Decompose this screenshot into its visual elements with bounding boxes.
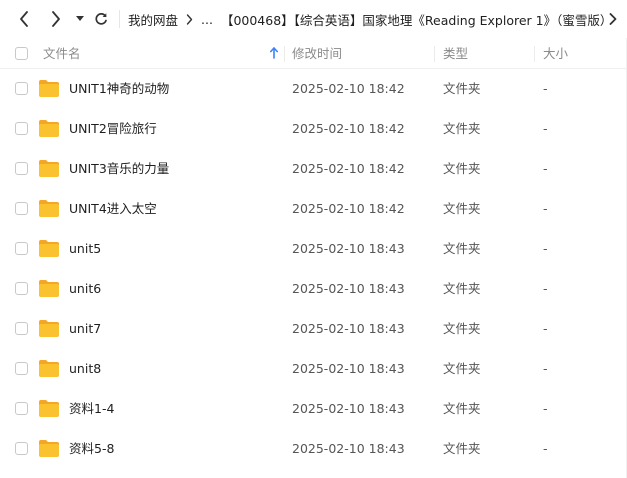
file-name[interactable]: unit7 <box>69 321 101 337</box>
folder-icon <box>39 160 59 177</box>
file-size: - <box>543 321 548 336</box>
folder-icon <box>39 440 59 457</box>
file-modified-time: 2025-02-10 18:43 <box>292 281 405 296</box>
breadcrumb-more-button[interactable] <box>607 7 619 31</box>
file-size: - <box>543 201 548 216</box>
file-modified-time: 2025-02-10 18:43 <box>292 241 405 256</box>
row-checkbox[interactable] <box>15 82 28 95</box>
file-name[interactable]: UNIT2冒险旅行 <box>69 121 157 137</box>
column-divider[interactable] <box>434 46 435 62</box>
history-dropdown-icon <box>76 16 84 21</box>
table-row[interactable]: unit7 2025-02-10 18:43 文件夹 - <box>0 309 627 349</box>
file-modified-time: 2025-02-10 18:42 <box>292 81 405 96</box>
folder-icon <box>39 200 59 217</box>
file-name[interactable]: UNIT1神奇的动物 <box>69 81 169 97</box>
file-size: - <box>543 161 548 176</box>
row-checkbox[interactable] <box>15 122 28 135</box>
folder-icon <box>39 400 59 417</box>
sort-ascending-icon[interactable] <box>270 47 278 59</box>
folder-icon <box>39 320 59 337</box>
file-modified-time: 2025-02-10 18:42 <box>292 121 405 136</box>
file-name[interactable]: unit6 <box>69 281 101 297</box>
file-name[interactable]: UNIT3音乐的力量 <box>69 161 169 177</box>
file-size: - <box>543 281 548 296</box>
table-row[interactable]: unit8 2025-02-10 18:43 文件夹 - <box>0 349 627 389</box>
folder-icon <box>39 120 59 137</box>
row-checkbox[interactable] <box>15 402 28 415</box>
table-row[interactable]: UNIT2冒险旅行 2025-02-10 18:42 文件夹 - <box>0 109 627 149</box>
row-checkbox[interactable] <box>15 242 28 255</box>
breadcrumb-ellipsis[interactable]: ... <box>201 12 213 27</box>
file-size: - <box>543 441 548 456</box>
table-row[interactable]: unit5 2025-02-10 18:43 文件夹 - <box>0 229 627 269</box>
header-name[interactable]: 文件名 <box>43 46 81 62</box>
file-type: 文件夹 <box>443 441 481 456</box>
table-row[interactable]: unit6 2025-02-10 18:43 文件夹 - <box>0 269 627 309</box>
file-name[interactable]: UNIT4进入太空 <box>69 201 157 217</box>
row-checkbox[interactable] <box>15 282 28 295</box>
folder-icon <box>39 360 59 377</box>
header-type[interactable]: 类型 <box>443 46 468 62</box>
file-type: 文件夹 <box>443 241 481 256</box>
refresh-icon <box>95 13 107 25</box>
file-modified-time: 2025-02-10 18:42 <box>292 201 405 216</box>
folder-icon <box>39 240 59 257</box>
breadcrumb-chevron-icon <box>186 13 193 25</box>
refresh-button[interactable] <box>92 7 110 31</box>
more-chevron-icon <box>609 13 617 25</box>
file-size: - <box>543 241 548 256</box>
table-row[interactable]: UNIT1神奇的动物 2025-02-10 18:42 文件夹 - <box>0 69 627 109</box>
file-type: 文件夹 <box>443 161 481 176</box>
table-row[interactable]: 资料1-4 2025-02-10 18:43 文件夹 - <box>0 389 627 429</box>
row-checkbox[interactable] <box>15 202 28 215</box>
folder-icon <box>39 80 59 97</box>
row-checkbox[interactable] <box>15 162 28 175</box>
file-type: 文件夹 <box>443 361 481 376</box>
back-icon <box>20 11 28 27</box>
row-checkbox[interactable] <box>15 322 28 335</box>
table-row[interactable]: 资料5-8 2025-02-10 18:43 文件夹 - <box>0 429 627 469</box>
header-modified[interactable]: 修改时间 <box>292 46 342 62</box>
file-type: 文件夹 <box>443 81 481 96</box>
column-divider[interactable] <box>534 46 535 62</box>
file-modified-time: 2025-02-10 18:42 <box>292 161 405 176</box>
breadcrumb-current-folder: 【000468】【综合英语】国家地理《Reading Explorer 1》（蜜… <box>220 12 613 28</box>
file-type: 文件夹 <box>443 401 481 416</box>
column-divider[interactable] <box>284 46 285 62</box>
forward-icon <box>52 11 60 27</box>
file-type: 文件夹 <box>443 321 481 336</box>
file-modified-time: 2025-02-10 18:43 <box>292 441 405 456</box>
row-checkbox[interactable] <box>15 442 28 455</box>
file-type: 文件夹 <box>443 201 481 216</box>
table-row[interactable]: UNIT3音乐的力量 2025-02-10 18:42 文件夹 - <box>0 149 627 189</box>
history-dropdown-button[interactable] <box>74 7 86 31</box>
back-button[interactable] <box>12 7 36 31</box>
file-name[interactable]: unit5 <box>69 241 101 257</box>
table-header: 文件名 修改时间 类型 大小 <box>0 38 627 69</box>
file-modified-time: 2025-02-10 18:43 <box>292 401 405 416</box>
file-size: - <box>543 361 548 376</box>
header-size[interactable]: 大小 <box>543 46 568 62</box>
row-checkbox[interactable] <box>15 362 28 375</box>
select-all-checkbox[interactable] <box>15 47 28 60</box>
file-modified-time: 2025-02-10 18:43 <box>292 321 405 336</box>
folder-icon <box>39 280 59 297</box>
file-type: 文件夹 <box>443 281 481 296</box>
file-size: - <box>543 401 548 416</box>
file-name[interactable]: unit8 <box>69 361 101 377</box>
file-name[interactable]: 资料1-4 <box>69 401 114 417</box>
file-size: - <box>543 121 548 136</box>
navbar-separator <box>119 10 120 28</box>
forward-button[interactable] <box>44 7 68 31</box>
breadcrumb-root[interactable]: 我的网盘 <box>128 10 178 29</box>
file-name[interactable]: 资料5-8 <box>69 441 114 457</box>
navigation-bar: 我的网盘 ... 【000468】【综合英语】国家地理《Reading Expl… <box>0 0 627 38</box>
table-row[interactable]: UNIT4进入太空 2025-02-10 18:42 文件夹 - <box>0 189 627 229</box>
file-modified-time: 2025-02-10 18:43 <box>292 361 405 376</box>
file-type: 文件夹 <box>443 121 481 136</box>
file-size: - <box>543 81 548 96</box>
